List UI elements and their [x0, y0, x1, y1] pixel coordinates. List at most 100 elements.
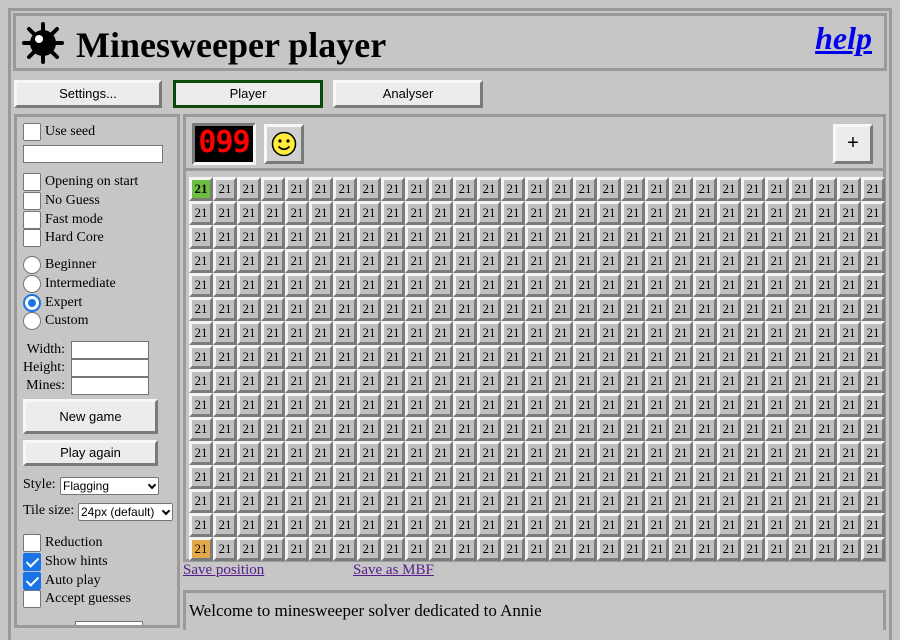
tile[interactable]: 21: [429, 297, 453, 321]
tile[interactable]: 21: [453, 321, 477, 345]
tile[interactable]: 21: [333, 321, 357, 345]
tile[interactable]: 21: [789, 177, 813, 201]
tile[interactable]: 21: [453, 441, 477, 465]
tile[interactable]: 21: [525, 441, 549, 465]
option-2[interactable]: Fast mode: [23, 211, 103, 229]
tile[interactable]: 21: [189, 297, 213, 321]
tile[interactable]: 21: [717, 225, 741, 249]
tile[interactable]: 21: [645, 417, 669, 441]
tile[interactable]: 21: [237, 225, 261, 249]
option-1[interactable]: No Guess: [23, 192, 100, 210]
tile[interactable]: 21: [861, 201, 885, 225]
tile[interactable]: 21: [621, 393, 645, 417]
tile[interactable]: 21: [621, 513, 645, 537]
tile[interactable]: 21: [861, 513, 885, 537]
tile[interactable]: 21: [237, 201, 261, 225]
tile[interactable]: 21: [333, 201, 357, 225]
tile[interactable]: 21: [309, 417, 333, 441]
tile[interactable]: 21: [525, 465, 549, 489]
tile[interactable]: 21: [741, 225, 765, 249]
tile[interactable]: 21: [501, 537, 525, 561]
assist-3[interactable]: Accept guesses: [23, 590, 131, 608]
tile[interactable]: 21: [597, 417, 621, 441]
tile[interactable]: 21: [309, 225, 333, 249]
tile[interactable]: 21: [477, 225, 501, 249]
tile[interactable]: 21: [669, 321, 693, 345]
tile[interactable]: 21: [213, 465, 237, 489]
tile[interactable]: 21: [717, 489, 741, 513]
tile[interactable]: 21: [333, 465, 357, 489]
tile[interactable]: 21: [261, 225, 285, 249]
tile[interactable]: 21: [549, 393, 573, 417]
tile[interactable]: 21: [549, 489, 573, 513]
tile[interactable]: 21: [477, 321, 501, 345]
tile[interactable]: 21: [429, 177, 453, 201]
tile[interactable]: 21: [237, 249, 261, 273]
tile[interactable]: 21: [333, 393, 357, 417]
tile[interactable]: 21: [525, 321, 549, 345]
tile[interactable]: 21: [261, 369, 285, 393]
tile[interactable]: 21: [813, 369, 837, 393]
tile[interactable]: 21: [381, 321, 405, 345]
assist-2[interactable]: Auto play: [23, 572, 101, 590]
tile[interactable]: 21: [861, 441, 885, 465]
tile[interactable]: 21: [333, 225, 357, 249]
tile[interactable]: 21: [357, 369, 381, 393]
tile[interactable]: 21: [381, 465, 405, 489]
tile[interactable]: 21: [645, 249, 669, 273]
tile[interactable]: 21: [717, 249, 741, 273]
tile[interactable]: 21: [333, 297, 357, 321]
assist-checkbox[interactable]: [23, 572, 41, 590]
tile[interactable]: 21: [597, 369, 621, 393]
tile[interactable]: 21: [597, 273, 621, 297]
tile[interactable]: 21: [213, 369, 237, 393]
tile[interactable]: 21: [597, 177, 621, 201]
tile[interactable]: 21: [789, 441, 813, 465]
tile[interactable]: 21: [813, 513, 837, 537]
tile[interactable]: 21: [333, 417, 357, 441]
assist-checkbox[interactable]: [23, 590, 41, 608]
tile[interactable]: 21: [765, 441, 789, 465]
tile[interactable]: 21: [213, 321, 237, 345]
assist-0[interactable]: Reduction: [23, 534, 103, 552]
tile[interactable]: 21: [765, 513, 789, 537]
tile[interactable]: 21: [237, 297, 261, 321]
tile[interactable]: 21: [333, 345, 357, 369]
tile[interactable]: 21: [285, 489, 309, 513]
tile[interactable]: 21: [333, 249, 357, 273]
tab-settings[interactable]: Settings...: [14, 80, 162, 108]
tile[interactable]: 21: [861, 321, 885, 345]
tile[interactable]: 21: [837, 417, 861, 441]
tile[interactable]: 21: [213, 537, 237, 561]
tile[interactable]: 21: [189, 201, 213, 225]
tile[interactable]: 21: [429, 393, 453, 417]
tile[interactable]: 21: [501, 297, 525, 321]
tile[interactable]: 21: [597, 297, 621, 321]
tile[interactable]: 21: [333, 537, 357, 561]
tile[interactable]: 21: [597, 465, 621, 489]
tile[interactable]: 21: [717, 441, 741, 465]
tile[interactable]: 21: [213, 201, 237, 225]
tile[interactable]: 21: [285, 465, 309, 489]
tile[interactable]: 21: [429, 489, 453, 513]
tile[interactable]: 21: [357, 417, 381, 441]
tile[interactable]: 21: [333, 369, 357, 393]
tile[interactable]: 21: [189, 513, 213, 537]
tile[interactable]: 21: [549, 225, 573, 249]
tile[interactable]: 21: [357, 321, 381, 345]
assist-checkbox[interactable]: [23, 553, 41, 571]
tile[interactable]: 21: [621, 321, 645, 345]
tile[interactable]: 21: [741, 249, 765, 273]
tile[interactable]: 21: [477, 513, 501, 537]
tile[interactable]: 21: [741, 513, 765, 537]
tile[interactable]: 21: [333, 441, 357, 465]
tile[interactable]: 21: [525, 417, 549, 441]
tile[interactable]: 21: [213, 513, 237, 537]
tile[interactable]: 21: [501, 489, 525, 513]
tile[interactable]: 21: [741, 321, 765, 345]
tile[interactable]: 21: [357, 177, 381, 201]
tile[interactable]: 21: [333, 177, 357, 201]
tile[interactable]: 21: [837, 249, 861, 273]
tile[interactable]: 21: [693, 177, 717, 201]
tile[interactable]: 21: [285, 417, 309, 441]
